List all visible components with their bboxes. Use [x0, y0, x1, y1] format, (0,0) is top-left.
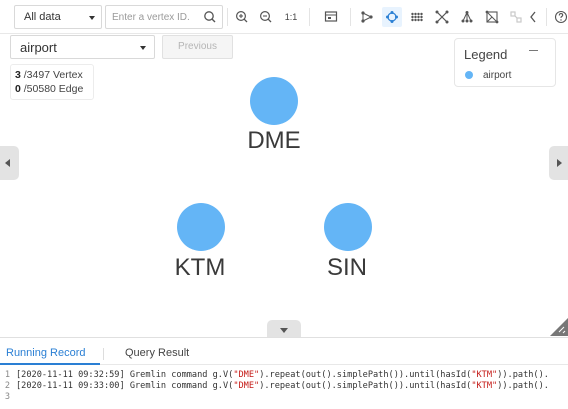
caret-down-icon — [89, 16, 95, 20]
log-prefix: [2020-11-11 09:32:59] Gremlin command g.… — [16, 370, 234, 380]
layout-radial-button[interactable] — [432, 7, 452, 27]
caret-left-icon — [5, 159, 10, 167]
resize-handle[interactable] — [550, 318, 568, 336]
toolbar-divider — [309, 8, 310, 26]
caret-down-icon — [280, 328, 288, 333]
vertex-shown: 3 — [15, 69, 21, 81]
data-filter-value: All data — [24, 11, 61, 23]
log-middle: ).repeat(out().simplePath()).until(hasId… — [259, 370, 472, 380]
layout-grid-button[interactable] — [407, 7, 427, 27]
log-string: "KTM" — [471, 370, 498, 380]
vertex-search — [105, 5, 223, 29]
tab-running-record[interactable]: Running Record — [6, 347, 86, 359]
log-prefix: [2020-11-11 09:33:00] Gremlin command g.… — [16, 381, 234, 391]
legend-color-dot — [465, 71, 473, 79]
log-suffix: )).path(). — [497, 370, 549, 380]
edge-shown: 0 — [15, 83, 21, 95]
log-line: 1 [2020-11-11 09:32:59] Gremlin command g… — [0, 370, 568, 381]
log-string: "DME" — [233, 370, 260, 380]
edge-total: /50580 Edge — [23, 83, 84, 95]
data-filter-select[interactable]: All data — [14, 5, 102, 29]
log-string: "KTM" — [471, 381, 498, 391]
previous-button[interactable]: Previous — [162, 35, 233, 59]
help-icon — [554, 10, 568, 24]
zoom-reset-button[interactable]: 1:1 — [281, 7, 301, 27]
node-label: DME — [247, 127, 301, 154]
legend-title: Legend — [464, 47, 508, 62]
layout-dagre-button[interactable] — [357, 7, 377, 27]
force-layout-icon — [386, 11, 398, 23]
vertex-type-select[interactable]: airport — [10, 35, 155, 59]
legend-item-airport[interactable]: airport — [483, 70, 511, 81]
graph-node[interactable] — [324, 203, 372, 251]
console-tabs: Running Record Query Result — [0, 338, 568, 365]
resize-icon — [550, 318, 568, 336]
log-line: 2 [2020-11-11 09:33:00] Gremlin command g… — [0, 381, 568, 392]
grid-layout-icon — [411, 12, 423, 22]
toggle-bottom-panel-button[interactable] — [267, 320, 301, 337]
help-button[interactable] — [551, 7, 568, 27]
legend-panel: Legend airport — [454, 38, 556, 87]
zoom-out-icon — [259, 10, 272, 23]
vertex-count: 3 /3497 Vertex — [15, 68, 89, 82]
active-tab-indicator — [0, 363, 100, 365]
graph-node[interactable] — [177, 203, 225, 251]
layout-tree-button[interactable] — [457, 7, 477, 27]
vertex-type-value: airport — [20, 40, 57, 55]
line-number: 3 — [4, 392, 10, 402]
expand-icon — [510, 11, 522, 23]
graph-node[interactable] — [250, 77, 298, 125]
vertex-search-input[interactable] — [112, 10, 198, 24]
graph-stats: 3 /3497 Vertex 0 /50580 Edge — [10, 64, 94, 100]
console-panel: Running Record Query Result 1 [2020-11-11… — [0, 337, 568, 409]
zoom-in-icon — [235, 10, 248, 23]
fit-view-button[interactable] — [321, 7, 341, 27]
tree-layout-icon — [461, 11, 473, 23]
caret-right-icon — [557, 159, 562, 167]
frame-icon — [324, 11, 338, 22]
graph-explorer: All data 1:1 — [0, 0, 568, 409]
vertex-total: /3497 Vertex — [23, 69, 83, 81]
log-string: "DME" — [233, 381, 260, 391]
minimize-icon[interactable] — [528, 44, 540, 56]
caret-down-icon — [140, 46, 146, 50]
hierarchy-icon — [485, 10, 499, 24]
node-label: KTM — [174, 254, 226, 281]
collapse-toolbar-button[interactable] — [523, 7, 543, 27]
line-number: 2 — [4, 381, 10, 391]
layout-circular-button[interactable] — [482, 7, 502, 27]
search-icon[interactable] — [202, 9, 218, 25]
toolbar-divider — [227, 8, 228, 26]
toolbar: All data 1:1 — [0, 0, 568, 34]
toolbar-divider — [350, 8, 351, 26]
expand-left-panel-button[interactable] — [0, 146, 19, 180]
zoom-reset-label: 1:1 — [284, 12, 298, 22]
radial-layout-icon — [435, 10, 449, 24]
log-suffix: )).path(). — [497, 381, 549, 391]
chevron-left-icon — [530, 11, 536, 23]
log-middle: ).repeat(out().simplePath()).until(hasId… — [259, 381, 472, 391]
log-line: 3 — [0, 392, 568, 403]
line-number: 1 — [4, 370, 10, 380]
zoom-in-button[interactable] — [232, 7, 252, 27]
layout-force-button[interactable] — [382, 7, 402, 27]
toolbar-divider — [546, 8, 547, 26]
tab-divider — [103, 348, 104, 360]
zoom-out-button[interactable] — [256, 7, 276, 27]
expand-right-panel-button[interactable] — [549, 146, 568, 180]
flow-layout-icon — [361, 11, 373, 23]
tab-query-result[interactable]: Query Result — [125, 347, 189, 359]
command-log: 1 [2020-11-11 09:32:59] Gremlin command g… — [0, 370, 568, 403]
node-label: SIN — [326, 254, 367, 281]
edge-count: 0 /50580 Edge — [15, 82, 89, 96]
